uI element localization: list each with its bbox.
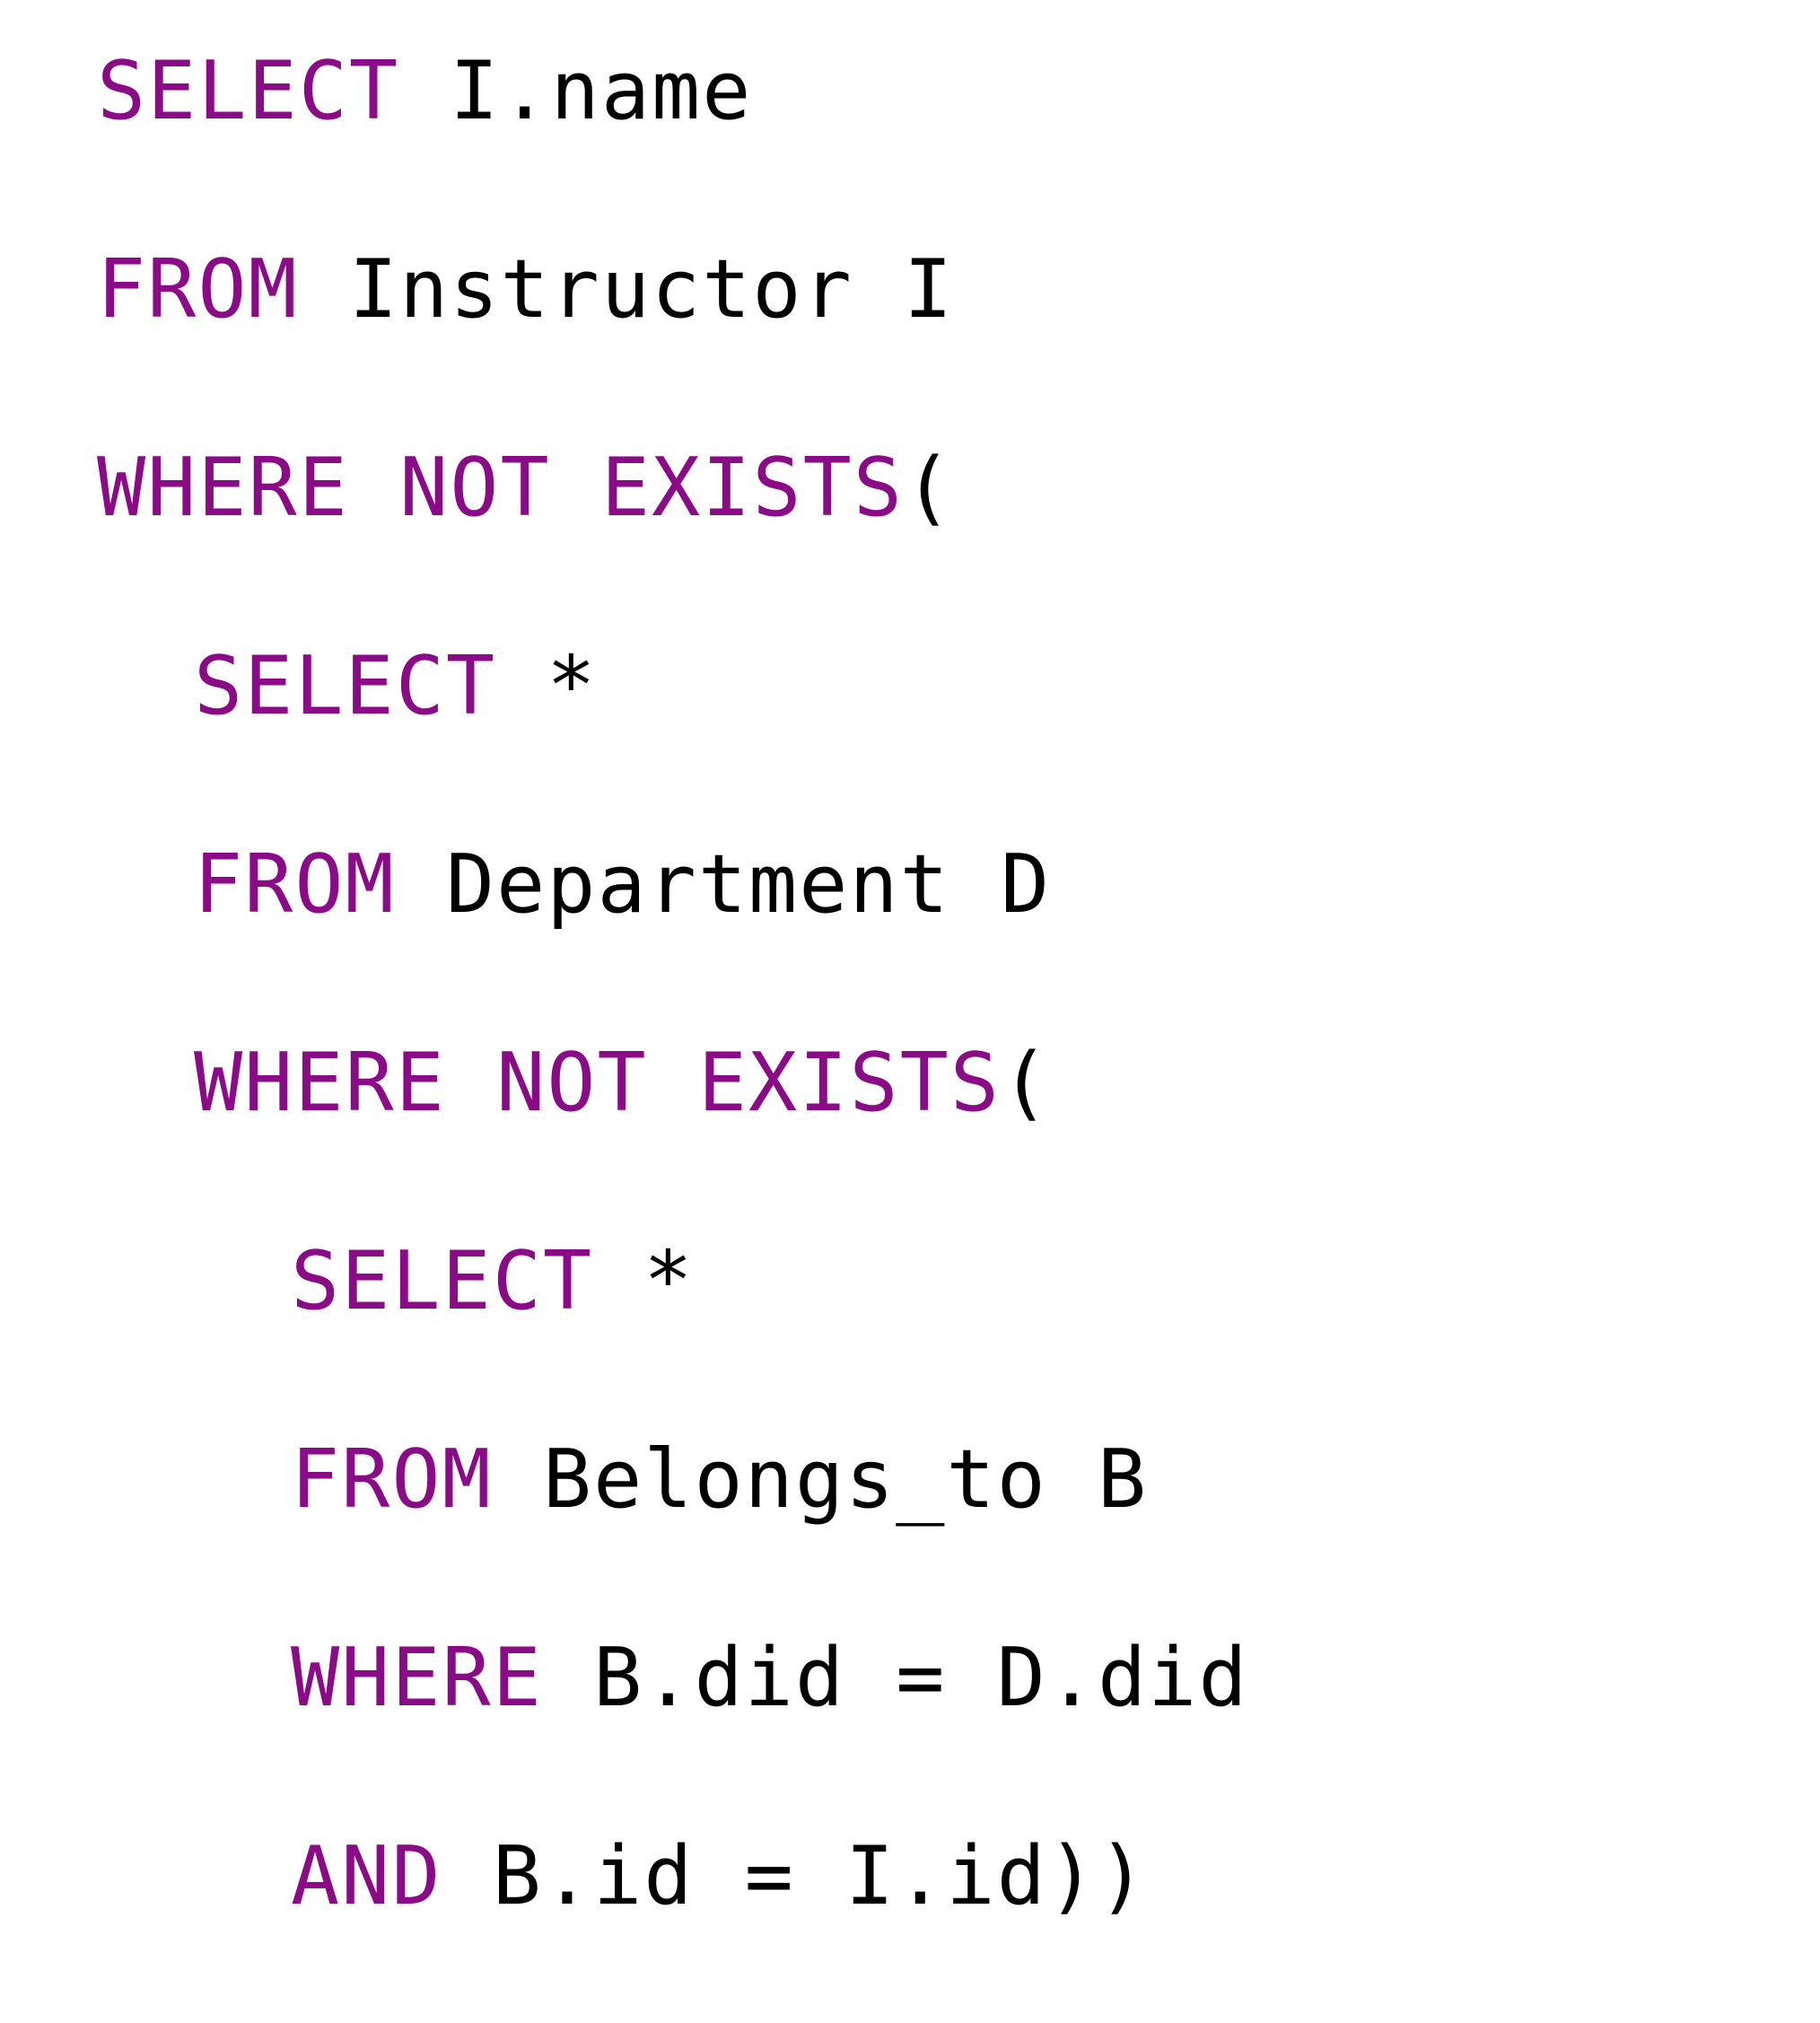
sql-text: B.id = I.id))	[442, 1829, 1149, 1923]
sql-keyword: SELECT	[194, 639, 497, 733]
sql-code-block: SELECT I.name FROM Instructor I WHERE NO…	[97, 39, 1249, 2023]
sql-keyword: WHERE NOT EXISTS	[194, 1036, 1001, 1130]
sql-keyword: FROM	[194, 837, 396, 932]
code-line: AND B.id = I.id))	[97, 1825, 1249, 1929]
code-line: SELECT *	[97, 1230, 1249, 1334]
code-line: FROM Department D	[97, 833, 1249, 937]
code-line: WHERE NOT EXISTS(	[97, 436, 1249, 540]
sql-keyword: SELECT	[291, 1234, 594, 1328]
code-line: FROM Belongs_to B	[97, 1428, 1249, 1532]
sql-text: (	[1000, 1036, 1052, 1130]
sql-text: Belongs_to B	[492, 1432, 1149, 1527]
sql-keyword: FROM	[291, 1432, 493, 1527]
sql-text: Instructor I	[298, 242, 955, 337]
sql-text: (	[903, 441, 955, 535]
code-line: WHERE B.did = D.did	[97, 1626, 1249, 1730]
sql-keyword: FROM	[97, 242, 299, 337]
sql-text: Department D	[395, 837, 1052, 932]
code-line: SELECT I.name	[97, 39, 1249, 144]
sql-text: *	[496, 639, 598, 733]
code-line: WHERE NOT EXISTS(	[97, 1031, 1249, 1135]
sql-keyword: AND	[291, 1829, 442, 1923]
sql-keyword: WHERE NOT EXISTS	[97, 441, 904, 535]
sql-text: *	[593, 1234, 695, 1328]
sql-keyword: SELECT	[97, 44, 400, 138]
sql-text: B.did = D.did	[542, 1631, 1249, 1725]
sql-keyword: WHERE	[291, 1631, 543, 1725]
sql-text: I.name	[399, 44, 753, 138]
code-line: FROM Instructor I	[97, 238, 1249, 342]
code-line: SELECT *	[97, 635, 1249, 739]
